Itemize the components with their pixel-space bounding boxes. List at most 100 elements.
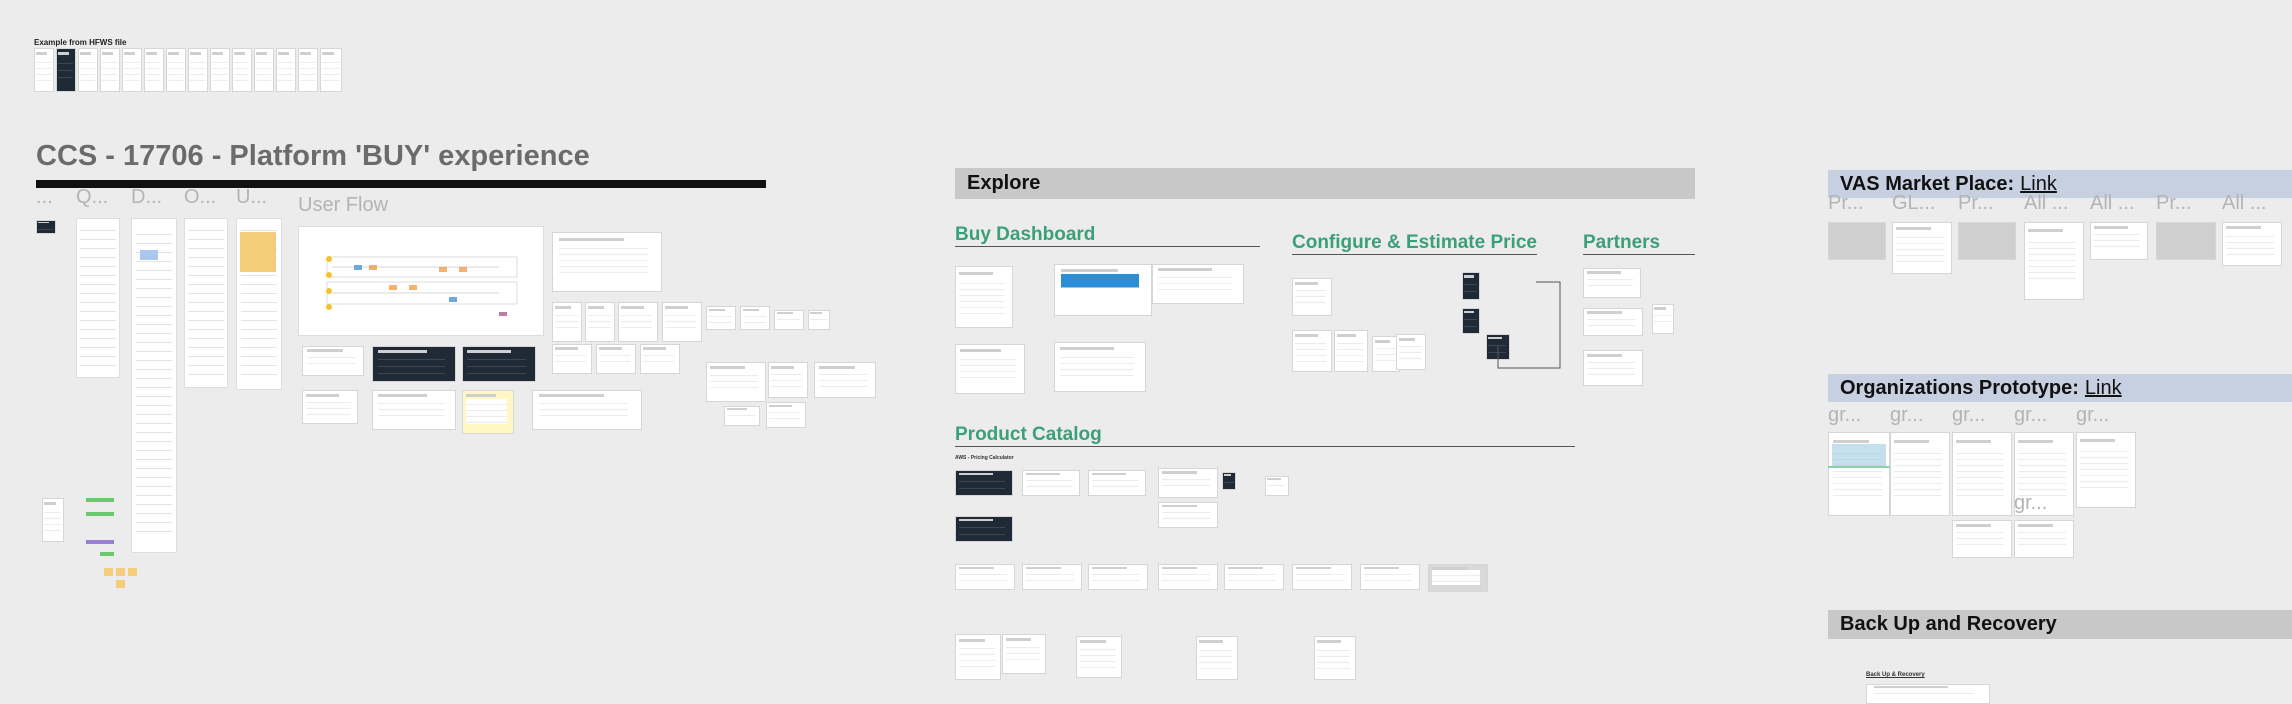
flow-thumb[interactable] (596, 344, 636, 374)
example-thumb-1[interactable] (34, 48, 54, 92)
flow-thumb[interactable] (814, 362, 876, 398)
flow-thumb[interactable] (774, 310, 804, 330)
sticky-note[interactable] (86, 540, 114, 544)
orgs-link[interactable]: Link (2085, 377, 2122, 400)
sticky-note[interactable] (86, 498, 114, 502)
partner-thumb[interactable] (1583, 308, 1643, 336)
flow-thumb[interactable] (766, 402, 806, 428)
example-thumb-9[interactable] (210, 48, 230, 92)
catalog-thumb[interactable] (1158, 468, 1218, 498)
catalog-thumb[interactable] (955, 634, 1001, 680)
vas-thumb[interactable] (2024, 222, 2084, 300)
example-thumb-13[interactable] (298, 48, 318, 92)
orgs-thumb[interactable] (1952, 520, 2012, 558)
flow-thumb[interactable] (552, 302, 582, 342)
catalog-thumb-dark[interactable] (1222, 472, 1236, 490)
vas-thumb[interactable] (2156, 222, 2216, 260)
ccs-column-1[interactable] (76, 218, 120, 378)
flow-thumb[interactable] (302, 346, 364, 376)
catalog-thumb[interactable] (1314, 636, 1356, 680)
example-thumb-7[interactable] (166, 48, 186, 92)
flow-thumb[interactable] (808, 310, 830, 330)
flow-thumb[interactable] (618, 302, 658, 342)
config-thumb[interactable] (1292, 330, 1332, 372)
orgs-thumb[interactable] (1952, 432, 2012, 516)
buy-thumb[interactable] (955, 344, 1025, 394)
example-thumb-6[interactable] (144, 48, 164, 92)
example-thumb-5[interactable] (122, 48, 142, 92)
catalog-thumb[interactable] (1196, 636, 1238, 680)
note-thumb[interactable] (42, 498, 64, 542)
catalog-thumb[interactable] (1022, 564, 1082, 590)
flow-thumb[interactable] (768, 362, 808, 398)
example-thumb-10[interactable] (232, 48, 252, 92)
ccs-small-thumb[interactable] (36, 220, 56, 234)
flow-thumb[interactable] (552, 344, 592, 374)
flow-thumb[interactable] (372, 390, 456, 430)
catalog-thumb[interactable] (1428, 564, 1488, 592)
config-thumb-dark[interactable] (1462, 272, 1480, 300)
example-thumb-4[interactable] (100, 48, 120, 92)
config-thumb[interactable] (1396, 334, 1426, 370)
flow-screen-thumb[interactable] (552, 232, 662, 292)
partner-thumb[interactable] (1583, 350, 1643, 386)
sticky-note[interactable] (128, 568, 137, 576)
sticky-note[interactable] (100, 552, 114, 556)
ccs-column-3[interactable] (184, 218, 228, 388)
vas-thumb[interactable] (1892, 222, 1952, 274)
buy-thumb-hero[interactable] (1054, 264, 1152, 316)
example-thumb-11[interactable] (254, 48, 274, 92)
catalog-thumb[interactable] (1076, 636, 1122, 678)
config-thumb[interactable] (1292, 278, 1332, 316)
catalog-thumb[interactable] (1158, 564, 1218, 590)
vas-thumb[interactable] (1958, 222, 2016, 260)
flow-thumb[interactable] (662, 302, 702, 342)
flow-thumb[interactable] (302, 390, 358, 424)
partner-thumb[interactable] (1652, 304, 1674, 334)
flow-thumb[interactable] (532, 390, 642, 430)
sticky-note[interactable] (104, 568, 113, 576)
config-thumb-dark[interactable] (1462, 308, 1480, 334)
catalog-thumb-dark[interactable] (955, 516, 1013, 542)
vas-thumb[interactable] (2222, 222, 2282, 266)
catalog-thumb[interactable] (1158, 502, 1218, 528)
ccs-column-2[interactable] (131, 218, 177, 553)
catalog-thumb-dark[interactable] (955, 470, 1013, 496)
catalog-thumb[interactable] (1088, 564, 1148, 590)
flow-thumb[interactable] (706, 306, 736, 330)
example-thumb-3[interactable] (78, 48, 98, 92)
catalog-thumb[interactable] (1360, 564, 1420, 590)
orgs-thumb[interactable] (2076, 432, 2136, 508)
flow-thumb[interactable] (585, 302, 615, 342)
flow-thumb[interactable] (740, 306, 770, 330)
sticky-note[interactable] (86, 512, 114, 516)
orgs-thumb[interactable] (1890, 432, 1950, 516)
vas-thumb[interactable] (1828, 222, 1886, 260)
flow-thumb[interactable] (724, 406, 760, 426)
sticky-note[interactable] (140, 250, 158, 260)
catalog-thumb[interactable] (955, 564, 1015, 590)
catalog-thumb[interactable] (1002, 634, 1046, 674)
partner-thumb[interactable] (1583, 268, 1641, 298)
sticky-note[interactable] (116, 568, 125, 576)
sticky-note[interactable] (240, 232, 276, 272)
example-thumb-12[interactable] (276, 48, 296, 92)
buy-thumb[interactable] (1054, 342, 1146, 392)
buy-thumb[interactable] (955, 266, 1013, 328)
catalog-thumb[interactable] (1088, 470, 1146, 496)
flow-thumb-dark[interactable] (462, 346, 536, 382)
buy-thumb[interactable] (1152, 264, 1244, 304)
vas-thumb[interactable] (2090, 222, 2148, 260)
catalog-thumb[interactable] (1022, 470, 1080, 496)
catalog-thumb[interactable] (1292, 564, 1352, 590)
example-thumb-8[interactable] (188, 48, 208, 92)
catalog-thumb[interactable] (1265, 476, 1289, 496)
sticky-note[interactable] (116, 580, 125, 588)
flow-thumb[interactable] (640, 344, 680, 374)
orgs-thumb[interactable] (2014, 520, 2074, 558)
catalog-thumb[interactable] (1224, 564, 1284, 590)
flow-thumb[interactable] (706, 362, 766, 402)
flow-thumb[interactable] (462, 390, 514, 434)
flow-thumb-dark[interactable] (372, 346, 456, 382)
backup-thumb[interactable] (1866, 684, 1990, 704)
